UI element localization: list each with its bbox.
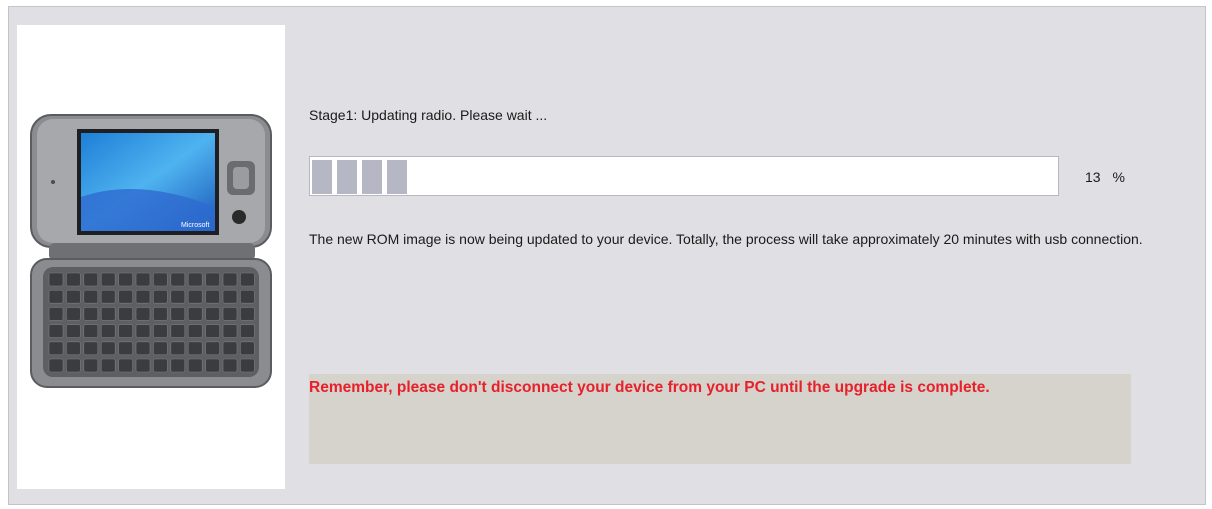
keyboard-key xyxy=(48,341,64,356)
keyboard-key xyxy=(222,307,238,321)
keyboard-key xyxy=(100,358,116,373)
keyboard-key xyxy=(66,272,81,287)
keyboard-key xyxy=(187,341,203,356)
keyboard-key xyxy=(222,289,238,304)
keyboard-key xyxy=(118,307,133,321)
keyboard-key xyxy=(118,289,133,304)
keyboard-key xyxy=(187,324,203,338)
keyboard-key xyxy=(118,358,133,373)
keyboard-key xyxy=(240,341,255,356)
progress-block xyxy=(337,160,357,194)
keyboard-key xyxy=(118,341,133,356)
keyboard-key xyxy=(187,272,203,287)
keyboard-key xyxy=(187,358,203,373)
keyboard-key xyxy=(83,289,99,304)
keyboard-key xyxy=(240,324,255,338)
keyboard-key xyxy=(48,358,64,373)
keyboard-key xyxy=(100,324,116,338)
keyboard-key xyxy=(187,289,203,304)
keyboard-key xyxy=(222,324,238,338)
warning-box: Remember, please don't disconnect your d… xyxy=(309,374,1131,464)
keyboard-key xyxy=(83,324,99,338)
keyboard-key xyxy=(83,272,99,287)
keyboard-key xyxy=(240,289,255,304)
keyboard-key xyxy=(153,272,168,287)
progress-percent-sign: % xyxy=(1112,169,1125,185)
keyboard-key xyxy=(240,272,255,287)
keyboard-key xyxy=(170,289,186,304)
keyboard-key xyxy=(118,324,133,338)
keyboard-key xyxy=(187,307,203,321)
keyboard-key xyxy=(100,307,116,321)
progress-percent-value: 13 xyxy=(1085,169,1101,185)
device-image-panel: Microsoft xyxy=(17,25,285,489)
keyboard-key xyxy=(100,341,116,356)
keyboard-key xyxy=(170,324,186,338)
keyboard-key xyxy=(205,272,220,287)
keyboard-key xyxy=(135,307,151,321)
keyboard-key xyxy=(66,324,81,338)
keyboard-key xyxy=(48,307,64,321)
keyboard-key xyxy=(205,307,220,321)
keyboard-key xyxy=(66,307,81,321)
update-description: The new ROM image is now being updated t… xyxy=(309,231,1143,247)
keyboard-key xyxy=(100,272,116,287)
keyboard-key xyxy=(153,289,168,304)
keyboard-key xyxy=(205,358,220,373)
keyboard-key xyxy=(153,358,168,373)
keyboard-key xyxy=(66,358,81,373)
progress-bar xyxy=(309,156,1059,196)
keyboard-key xyxy=(135,289,151,304)
progress-block xyxy=(312,160,332,194)
progress-percent: 13 % xyxy=(1085,169,1125,185)
keyboard-key xyxy=(170,272,186,287)
keyboard-key xyxy=(118,272,133,287)
keyboard-key xyxy=(240,307,255,321)
keyboard-key xyxy=(240,358,255,373)
keyboard-key xyxy=(135,324,151,338)
warning-message: Remember, please don't disconnect your d… xyxy=(309,379,990,396)
device-brand-label: Microsoft xyxy=(181,222,209,229)
keyboard-key xyxy=(83,341,99,356)
keyboard-key xyxy=(222,341,238,356)
keyboard-key xyxy=(48,272,64,287)
keyboard-key xyxy=(48,289,64,304)
keyboard-key xyxy=(153,324,168,338)
keyboard-key xyxy=(170,358,186,373)
progress-fill xyxy=(312,160,412,194)
keyboard-key xyxy=(222,358,238,373)
keyboard-key xyxy=(153,307,168,321)
progress-block xyxy=(387,160,407,194)
keyboard-key xyxy=(48,324,64,338)
keyboard-key xyxy=(83,307,99,321)
progress-block xyxy=(362,160,382,194)
keyboard-key xyxy=(135,272,151,287)
keyboard-key xyxy=(135,358,151,373)
keyboard-key xyxy=(205,289,220,304)
keyboard-key xyxy=(205,324,220,338)
keyboard-key xyxy=(135,341,151,356)
keyboard-key xyxy=(170,307,186,321)
keyboard-key xyxy=(153,341,168,356)
keyboard-key xyxy=(205,341,220,356)
keyboard-key xyxy=(83,358,99,373)
keyboard-key xyxy=(170,341,186,356)
keyboard-key xyxy=(100,289,116,304)
keyboard-key xyxy=(222,272,238,287)
stage-status-text: Stage1: Updating radio. Please wait ... xyxy=(309,107,548,123)
device-image: Microsoft xyxy=(30,114,272,388)
camera-icon xyxy=(232,210,246,224)
keyboard-key xyxy=(66,341,81,356)
keyboard-key xyxy=(66,289,81,304)
